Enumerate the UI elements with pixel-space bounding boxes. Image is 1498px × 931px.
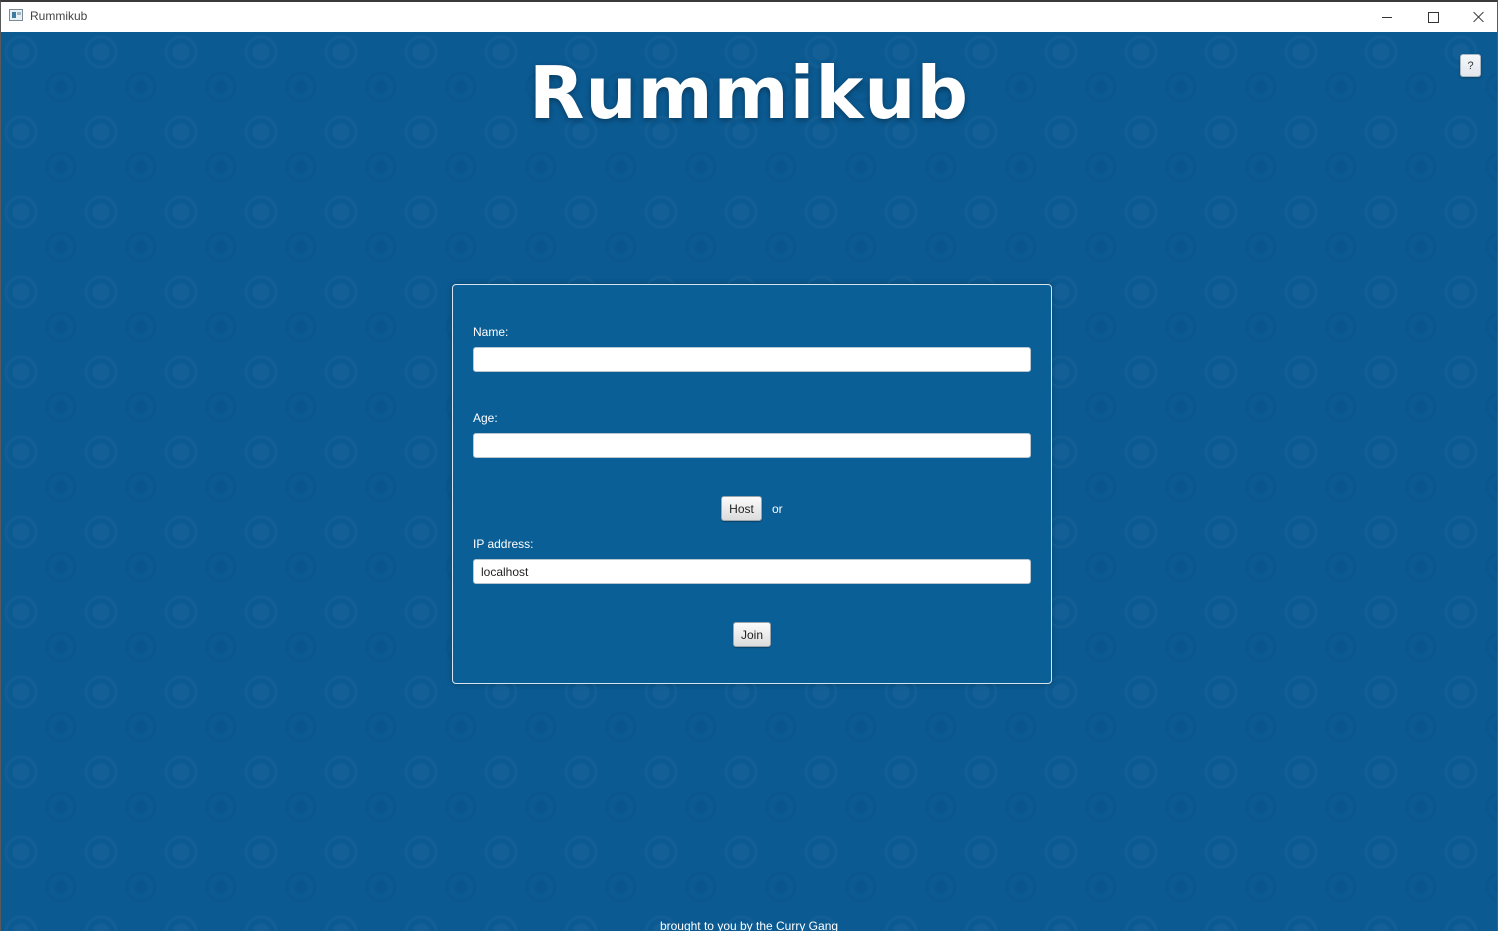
- name-input[interactable]: [473, 347, 1031, 372]
- title-bar[interactable]: Rummikub: [1, 2, 1497, 32]
- app-icon: [9, 9, 23, 21]
- footer-credit: brought to you by the Curry Gang: [659, 919, 839, 931]
- help-button[interactable]: ?: [1460, 54, 1481, 77]
- main-content: Rummikub ? Name: Age: Host or IP address…: [1, 32, 1497, 931]
- join-button[interactable]: Join: [733, 622, 771, 647]
- close-icon: [1473, 11, 1485, 23]
- window-title: Rummikub: [30, 9, 88, 23]
- maximize-button[interactable]: [1410, 2, 1456, 32]
- age-label: Age:: [473, 411, 498, 425]
- or-text: or: [772, 502, 783, 516]
- ip-address-label: IP address:: [473, 537, 534, 551]
- close-button[interactable]: [1456, 2, 1498, 32]
- host-button[interactable]: Host: [721, 496, 762, 521]
- minimize-icon: [1382, 16, 1392, 18]
- age-input[interactable]: [473, 433, 1031, 458]
- name-label: Name:: [473, 325, 509, 339]
- page-title: Rummikub: [528, 51, 970, 135]
- maximize-icon: [1427, 11, 1439, 23]
- login-panel: Name: Age: Host or IP address: Join: [452, 284, 1052, 684]
- minimize-button[interactable]: [1364, 2, 1410, 32]
- ip-address-input[interactable]: [473, 559, 1031, 584]
- app-window: Rummikub Rummikub ? Name: Age: Host or I…: [0, 0, 1498, 931]
